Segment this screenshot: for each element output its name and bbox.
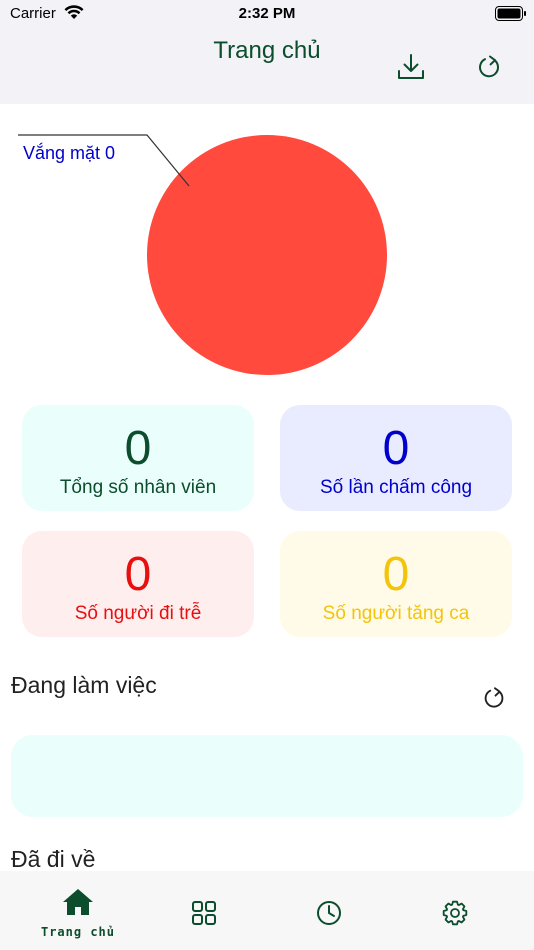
download-icon[interactable] — [396, 52, 426, 82]
clock-time: 2:32 PM — [238, 5, 296, 22]
section-title-left: Đã đi về — [11, 846, 96, 872]
refresh-icon[interactable] — [474, 52, 504, 82]
tab-home-label: Trang chủ — [40, 925, 116, 939]
page-title: Trang chủ — [213, 37, 321, 64]
pie-label-absent: Vắng mặt 0 — [23, 143, 116, 163]
app-header: Trang chủ — [0, 28, 534, 104]
stat-value-checkins: 0 — [382, 422, 410, 475]
section-title-working: Đang làm việc — [11, 672, 157, 698]
stat-card-late[interactable]: 0 Số người đi trễ — [22, 531, 254, 637]
pie-slice-absent — [147, 135, 387, 375]
stat-label-late: Số người đi trễ — [74, 603, 202, 624]
stat-label-overtime: Số người tăng ca — [322, 603, 470, 624]
tab-bar: Trang chủ — [0, 871, 534, 950]
refresh-icon[interactable] — [480, 684, 508, 712]
stat-value-total-employees: 0 — [124, 422, 152, 475]
stat-card-overtime[interactable]: 0 Số người tăng ca — [280, 531, 512, 637]
stat-label-checkins: Số lần chấm công — [319, 477, 473, 498]
gear-icon[interactable] — [441, 899, 469, 927]
tab-home[interactable]: Trang chủ — [38, 871, 118, 950]
stat-label-total-employees: Tổng số nhân viên — [59, 477, 217, 498]
stat-value-late: 0 — [124, 548, 152, 601]
working-list — [11, 735, 523, 817]
status-bar: Carrier 2:32 PM — [0, 0, 534, 28]
stat-card-checkins[interactable]: 0 Số lần chấm công — [280, 405, 512, 511]
battery-icon — [495, 6, 526, 21]
clock-icon[interactable] — [315, 899, 343, 927]
stat-value-overtime: 0 — [382, 548, 410, 601]
stat-card-total-employees[interactable]: 0 Tổng số nhân viên — [22, 405, 254, 511]
home-icon — [63, 889, 93, 915]
grid-icon[interactable] — [190, 899, 218, 927]
